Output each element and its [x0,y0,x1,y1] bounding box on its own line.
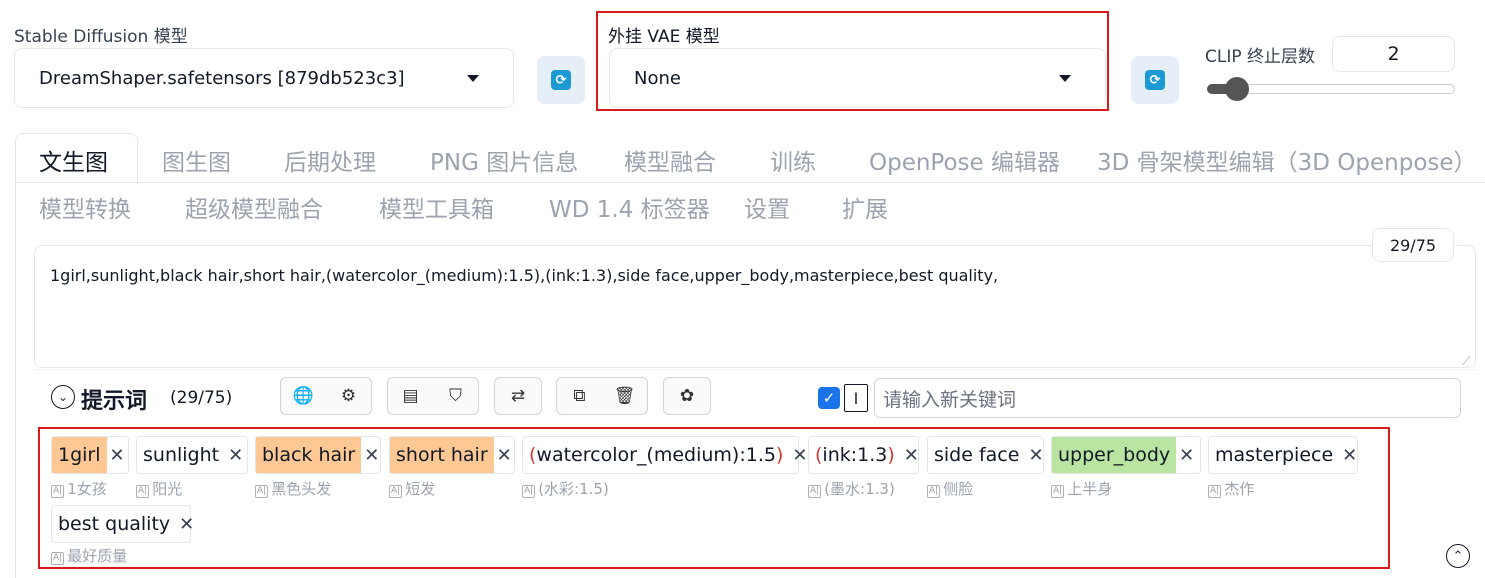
checkbox-icon[interactable]: ✓ [818,387,840,409]
text-cursor-icon[interactable]: I [844,384,868,412]
tab-train[interactable]: 训练 [770,143,816,177]
copy-icon[interactable]: ⧉ [568,386,592,406]
clip-skip-input[interactable]: 2 [1332,36,1455,72]
resize-handle-icon[interactable]: ⟋ [1462,354,1470,369]
model-select[interactable]: DreamShaper.safetensors [879db523c3] [14,48,514,108]
toolbar-group-2: ▤ ⛉ [387,377,479,415]
toolbar-title: 提示词 [81,389,148,414]
clip-label: CLIP 终止层数 [1205,47,1316,67]
prompt-text: 1girl,sunlight,black hair,short hair,(wa… [50,266,999,285]
vae-refresh-button[interactable]: ⟳ [1131,56,1179,104]
toolbar-group-3: ⇄ [494,377,542,415]
translate-icon[interactable]: ⇄ [506,386,530,406]
refresh-icon: ⟳ [551,70,571,90]
toolbar-group-5: ✿ [663,377,711,415]
token-counter: 29/75 [1372,228,1454,262]
collapse-chevron-icon[interactable]: ⌄ [51,385,75,409]
clip-slider-thumb[interactable] [1225,77,1249,101]
toolbar-group-1: 🌐 ⚙ [280,377,372,415]
globe-icon[interactable]: 🌐 [292,386,316,406]
vae-highlight-box [596,11,1109,111]
openai-icon[interactable]: ✿ [675,386,699,406]
tags-highlight-box [38,427,1390,569]
tab-img2img[interactable]: 图生图 [162,143,231,177]
chevron-down-icon [467,75,479,82]
bookmark-icon[interactable]: ⛉ [444,386,468,406]
prompt-textarea[interactable] [34,245,1476,368]
model-value: DreamShaper.safetensors [879db523c3] [39,67,405,89]
tab-checkpoint-merger[interactable]: 模型融合 [624,143,716,177]
trash-icon[interactable]: 🗑 [613,386,637,406]
tab-txt2img[interactable]: 文生图 [39,143,108,177]
toolbar-count: (29/75) [170,388,233,408]
toolbar-group-4: ⧉ 🗑 [556,377,648,415]
refresh-icon: ⟳ [1145,70,1165,90]
history-icon[interactable]: ▤ [399,386,423,406]
model-label: Stable Diffusion 模型 [14,27,188,47]
gear-icon[interactable]: ⚙ [337,386,361,406]
model-refresh-button[interactable]: ⟳ [537,56,585,104]
tab-extras[interactable]: 后期处理 [284,143,376,177]
keyword-input[interactable]: 请输入新关键词 [874,378,1461,418]
tab-png-info[interactable]: PNG 图片信息 [430,143,578,177]
collapse-up-icon[interactable]: ⌃ [1446,544,1470,568]
tab-3d-openpose[interactable]: 3D 骨架模型编辑（3D Openpose） [1097,143,1477,177]
tab-openpose-editor[interactable]: OpenPose 编辑器 [869,143,1060,177]
